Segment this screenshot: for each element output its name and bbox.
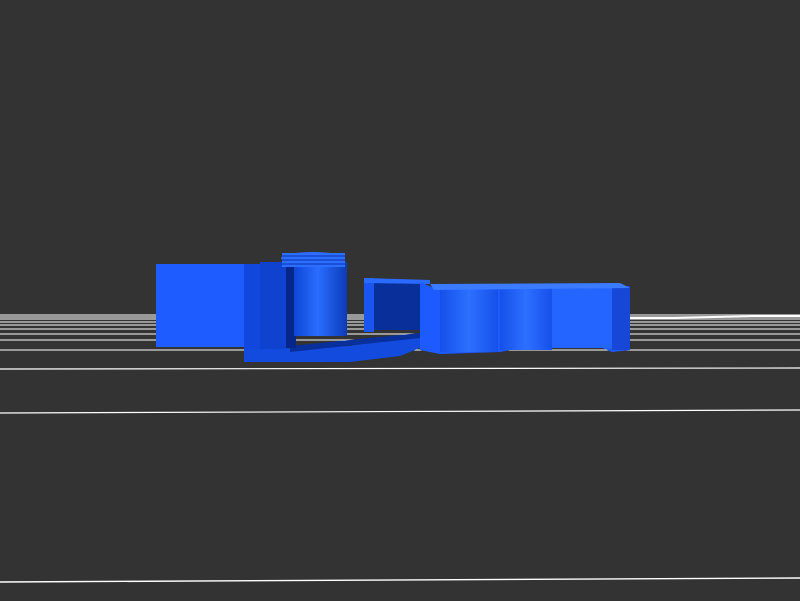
grid-line	[0, 577, 800, 583]
left-block-shade	[244, 264, 262, 362]
lever-tip	[612, 286, 630, 350]
lever-lobe-right	[552, 286, 612, 348]
grid-line	[0, 409, 800, 414]
clip-arm-edge	[364, 278, 374, 332]
clip-arm-dark	[370, 280, 422, 330]
viewport-canvas[interactable]	[0, 0, 800, 601]
lever-lobe-mid	[500, 286, 552, 350]
model-part[interactable]	[156, 252, 630, 362]
left-block	[156, 264, 248, 347]
3d-viewport[interactable]	[0, 0, 800, 601]
grid-line	[0, 367, 800, 370]
cylinder-body	[294, 262, 347, 336]
grid-line	[629, 315, 800, 319]
lever-lobe-left	[440, 286, 498, 352]
left-block-face	[260, 262, 288, 362]
